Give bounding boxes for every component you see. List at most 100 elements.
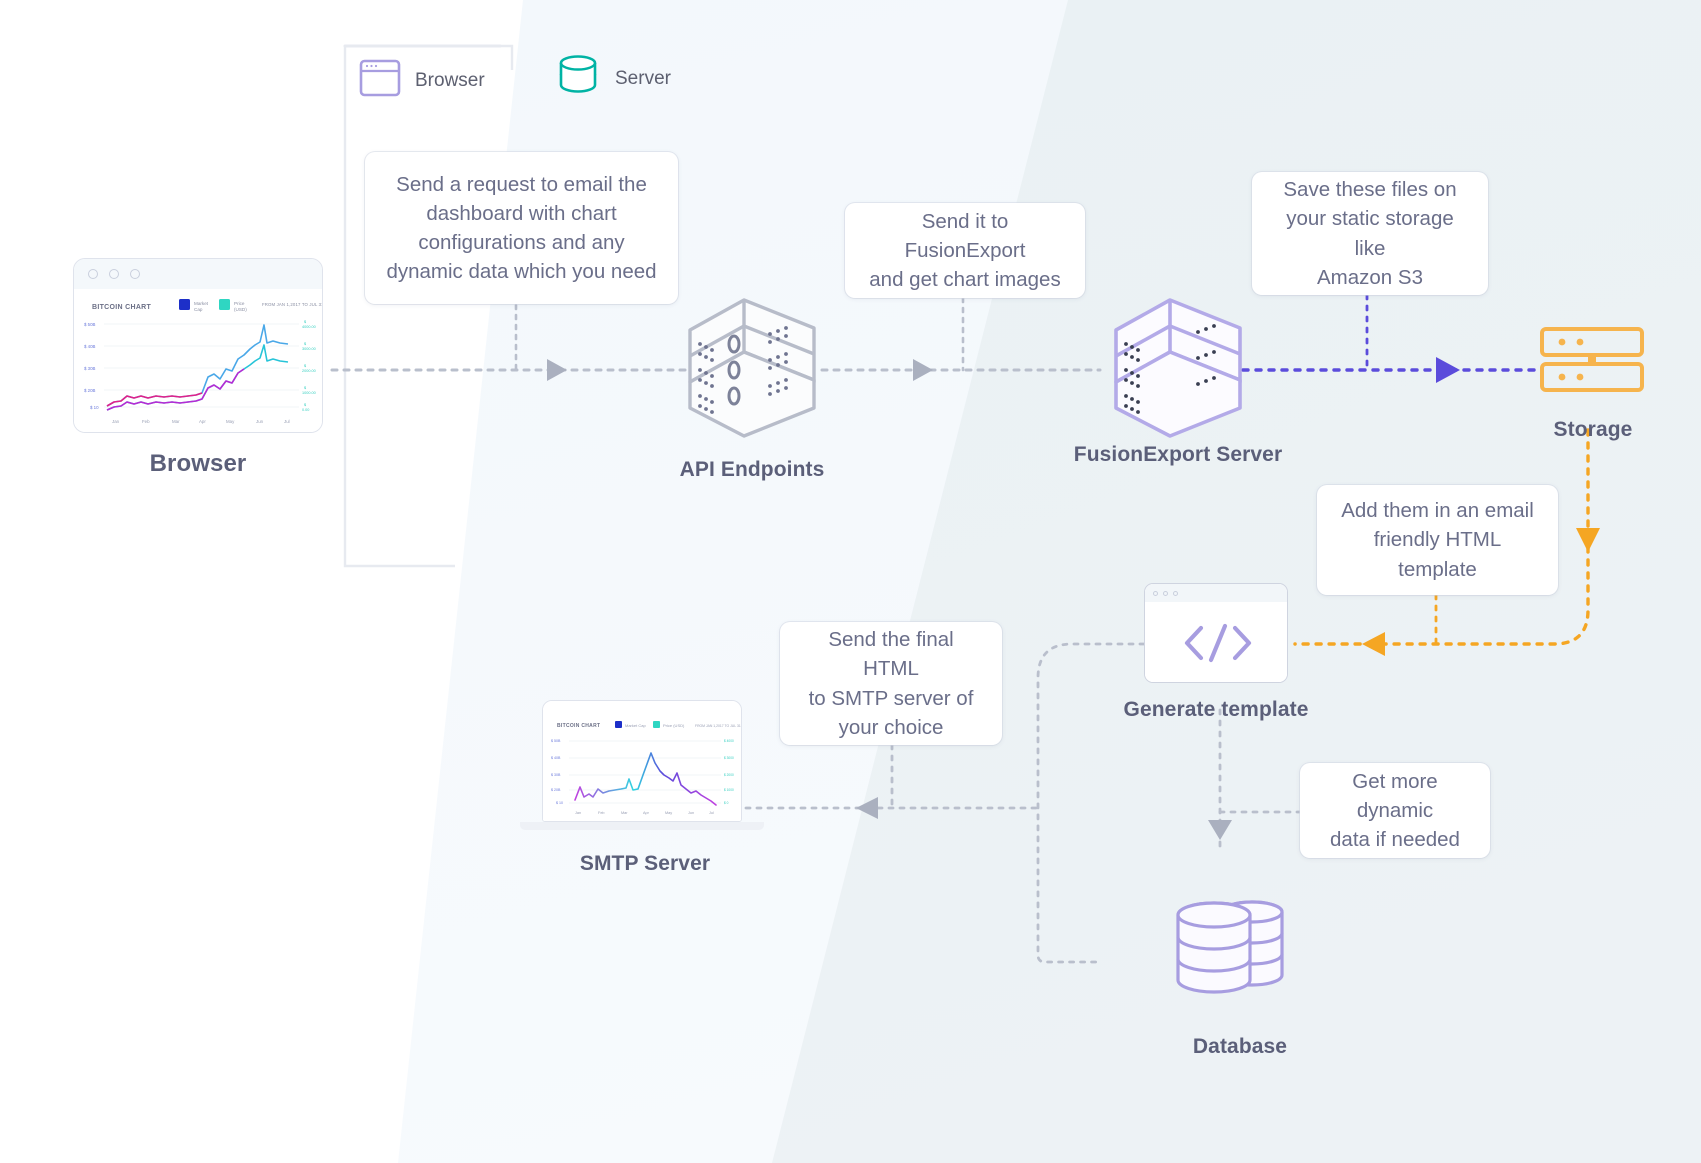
callout-send-to-fusionexport: Send it to FusionExport and get chart im…	[845, 203, 1085, 298]
diagram-canvas: Browser Server BITCOIN CHART Market Cap	[0, 0, 1701, 1163]
browser-window-icon	[358, 56, 402, 105]
svg-text:Market Cap: Market Cap	[625, 723, 646, 728]
svg-text:$ 40B: $ 40B	[551, 756, 561, 760]
svg-text:(USD): (USD)	[234, 307, 247, 312]
mini-legend-swatch-market-cap	[179, 299, 190, 310]
node-fusionexport-server	[1108, 282, 1248, 459]
svg-text:Mar: Mar	[172, 419, 180, 424]
callout-line: friendly HTML template	[1373, 528, 1502, 581]
server-rack-icon	[1114, 298, 1242, 438]
svg-text:0.00: 0.00	[302, 408, 309, 412]
svg-text:Jan: Jan	[575, 811, 581, 815]
browser-titlebar	[74, 259, 322, 289]
browser-mockup-icon: BITCOIN CHART Market Cap Price (USD) FRO…	[73, 258, 323, 433]
callout-line: to SMTP server of	[808, 686, 974, 710]
svg-text:Feb: Feb	[598, 811, 605, 815]
svg-text:Mar: Mar	[621, 811, 628, 815]
callout-line: configurations and any	[418, 231, 625, 254]
callout-line: Send a request to email the	[396, 172, 647, 196]
callout-line: Save these files on	[1283, 178, 1457, 202]
svg-text:1000.00: 1000.00	[302, 391, 316, 395]
svg-text:2000.00: 2000.00	[302, 369, 316, 373]
mini-legend-swatch-price	[219, 299, 230, 310]
svg-text:Feb: Feb	[142, 419, 150, 424]
window-dot-icon	[130, 269, 140, 279]
svg-text:FROM JAN 1,2017 TO JUL 31, 2: FROM JAN 1,2017 TO JUL 31, 2017	[262, 302, 323, 307]
code-glyph-icon	[1145, 602, 1287, 682]
callout-line: Add them in an email	[1341, 499, 1534, 523]
node-label-database: Database	[1192, 1035, 1288, 1058]
node-label-smtp-server: SMTP Server	[579, 852, 711, 875]
server-rack-icon	[688, 298, 816, 438]
svg-text:$ 20B: $ 20B	[84, 388, 96, 393]
node-label-browser: Browser	[149, 450, 247, 477]
node-database	[1170, 890, 1310, 1015]
svg-text:Apr: Apr	[643, 811, 650, 815]
database-cylinder-icon	[554, 52, 602, 105]
svg-text:Cap: Cap	[194, 307, 203, 312]
svg-text:$ 50B: $ 50B	[551, 739, 561, 743]
callout-line: your static storage like	[1286, 207, 1454, 260]
node-label-fusionexport-server: FusionExport Server	[1073, 443, 1283, 466]
storage-rack-icon	[1540, 327, 1644, 392]
callout-line: Get more dynamic	[1352, 769, 1438, 822]
smtp-chart: BITCOIN CHART Market Cap Price (USD) FRO…	[543, 701, 741, 821]
node-label-generate-template: Generate template	[1123, 698, 1309, 721]
svg-text:$ 50B: $ 50B	[84, 322, 96, 327]
callout-line: Send it to FusionExport	[904, 209, 1026, 262]
svg-text:$ 30B: $ 30B	[84, 366, 96, 371]
window-dot-icon	[88, 269, 98, 279]
node-storage	[1538, 325, 1648, 410]
node-api-endpoints	[682, 282, 822, 459]
legend-server: Server	[554, 52, 671, 105]
callout-request-email-dashboard: Send a request to email the dashboard wi…	[365, 152, 678, 304]
svg-text:$ 1000: $ 1000	[724, 788, 734, 792]
svg-text:4000.00: 4000.00	[302, 325, 316, 329]
callout-line: Send the final HTML	[828, 628, 954, 681]
callout-line: Amazon S3	[1317, 265, 1423, 289]
svg-text:$ 20B: $ 20B	[551, 788, 561, 792]
svg-text:Price: Price	[234, 301, 245, 306]
svg-text:$ 2000: $ 2000	[724, 773, 734, 777]
svg-text:Apr: Apr	[199, 419, 206, 424]
code-window-titlebar	[1145, 584, 1287, 602]
svg-text:3000.00: 3000.00	[302, 347, 316, 351]
svg-text:May: May	[665, 811, 672, 815]
legend-browser: Browser	[358, 56, 485, 105]
svg-text:$ 3000: $ 3000	[724, 756, 734, 760]
code-window-icon	[1144, 583, 1288, 683]
browser-chart: BITCOIN CHART Market Cap Price (USD) FRO…	[74, 289, 323, 432]
callout-line: data if needed	[1330, 828, 1460, 852]
laptop-base	[520, 822, 764, 830]
callout-line: dashboard with chart	[426, 201, 617, 225]
svg-text:Jul: Jul	[284, 419, 290, 424]
svg-text:BITCOIN CHART: BITCOIN CHART	[557, 723, 600, 729]
callout-send-final-html-smtp: Send the final HTML to SMTP server of yo…	[780, 622, 1002, 745]
callout-line: your choice	[838, 715, 944, 739]
svg-text:Jun: Jun	[688, 811, 694, 815]
database-cylinder-icon	[1176, 900, 1284, 994]
svg-text:$ 30B: $ 30B	[551, 773, 561, 777]
window-dot-icon	[1163, 590, 1168, 596]
window-dot-icon	[109, 269, 119, 279]
laptop-screen: BITCOIN CHART Market Cap Price (USD) FRO…	[542, 700, 742, 822]
svg-text:$ 0: $ 0	[724, 801, 729, 805]
legend-server-label: Server	[615, 67, 671, 89]
callout-line: and get chart images	[869, 268, 1061, 292]
svg-text:$ 4000: $ 4000	[724, 739, 734, 743]
svg-text:Jul: Jul	[709, 811, 714, 815]
svg-text:Market: Market	[194, 301, 209, 306]
svg-text:Jun: Jun	[256, 419, 264, 424]
svg-text:Jan: Jan	[112, 419, 120, 424]
svg-text:$ 40B: $ 40B	[84, 344, 96, 349]
callout-add-to-html-template: Add them in an email friendly HTML templ…	[1317, 485, 1558, 595]
svg-text:May: May	[226, 419, 235, 424]
legend-browser-label: Browser	[415, 69, 485, 91]
window-dot-icon	[1153, 590, 1158, 596]
svg-text:$ 10: $ 10	[556, 801, 563, 805]
window-dot-icon	[1173, 590, 1178, 596]
callout-get-dynamic-data: Get more dynamic data if needed	[1300, 763, 1490, 858]
callout-save-files-storage: Save these files on your static storage …	[1252, 172, 1488, 295]
svg-text:FROM JAN 1,2017 TO JUL 31, 201: FROM JAN 1,2017 TO JUL 31, 2017	[695, 724, 741, 728]
mini-chart-title: BITCOIN CHART	[92, 304, 152, 311]
